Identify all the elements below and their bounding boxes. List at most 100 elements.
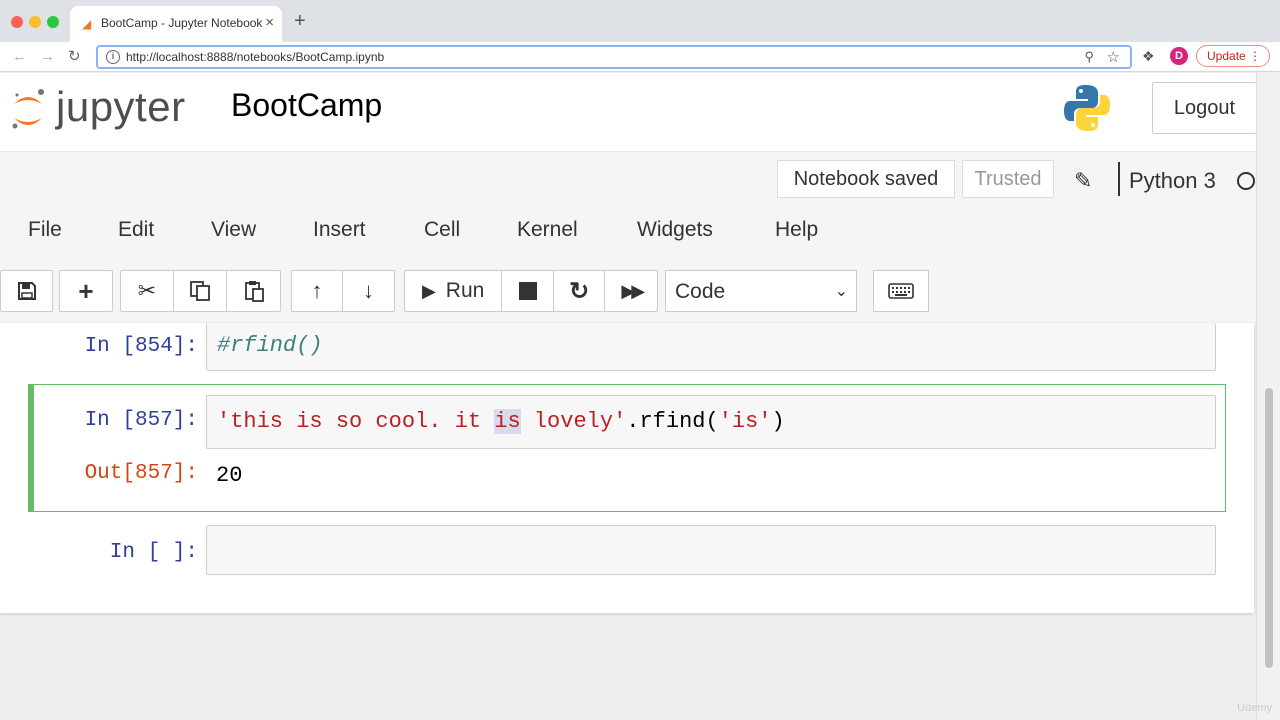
keyboard-icon xyxy=(888,283,914,299)
menu-view[interactable]: View xyxy=(211,218,256,242)
cut-button[interactable]: ✂ xyxy=(121,271,174,311)
menubar: File Edit View Insert Cell Kernel Widget… xyxy=(0,214,1270,254)
tab-title: BootCamp - Jupyter Notebook xyxy=(101,16,263,30)
closing-paren: ) xyxy=(771,409,785,434)
toolbar-group-insert: + xyxy=(59,270,113,312)
save-button[interactable] xyxy=(1,271,52,311)
run-button[interactable]: ▶ Run xyxy=(405,271,503,311)
scissors-icon: ✂ xyxy=(137,278,157,303)
url-text: http://localhost:8888/notebooks/BootCamp… xyxy=(126,50,385,64)
input-prompt: In [857]: xyxy=(84,409,198,432)
page-scrollbar[interactable] xyxy=(1256,73,1280,720)
insert-cell-button[interactable]: + xyxy=(60,271,112,311)
minimize-window-button[interactable] xyxy=(29,16,41,28)
kernel-separator xyxy=(1118,162,1120,196)
code-text: #rfind() xyxy=(217,333,323,358)
plus-icon: + xyxy=(78,275,94,306)
cell-input-area[interactable]: 'this is so cool. it is lovely'.rfind('i… xyxy=(206,395,1216,449)
menu-edit[interactable]: Edit xyxy=(118,218,154,242)
menu-cell[interactable]: Cell xyxy=(424,218,460,242)
update-button[interactable]: Update ⋮ xyxy=(1196,45,1270,67)
string-literal-part2: lovely' xyxy=(520,409,627,434)
command-palette-button[interactable] xyxy=(873,270,929,312)
stop-square-icon xyxy=(518,282,537,300)
move-down-button[interactable]: ↓ xyxy=(343,271,394,311)
pencil-edit-icon[interactable]: ✎ xyxy=(1074,168,1092,194)
jupyter-logo-text[interactable]: jupyter xyxy=(56,83,186,131)
toolbar-group-move: ↑ ↓ xyxy=(291,270,395,312)
input-prompt: In [854]: xyxy=(84,335,198,358)
browser-tab[interactable]: ◢ BootCamp - Jupyter Notebook × xyxy=(70,6,282,42)
back-arrow-icon[interactable]: ← xyxy=(12,48,27,66)
arrow-up-icon: ↑ xyxy=(311,278,323,303)
toolbar-group-run: ▶ Run ↻ ▶▶ xyxy=(404,270,658,312)
restart-run-all-button[interactable]: ▶▶ xyxy=(605,271,657,311)
trusted-indicator[interactable]: Trusted xyxy=(962,160,1054,198)
restart-button[interactable]: ↻ xyxy=(554,271,606,311)
paste-button[interactable] xyxy=(227,271,280,311)
scrollbar-thumb[interactable] xyxy=(1265,388,1273,668)
forward-arrow-icon[interactable]: → xyxy=(40,48,55,66)
toolbar-group-clipboard: ✂ xyxy=(120,270,281,312)
save-status-indicator: Notebook saved xyxy=(777,160,955,198)
kernel-idle-indicator-icon xyxy=(1237,172,1255,190)
url-input[interactable]: i http://localhost:8888/notebooks/BootCa… xyxy=(96,45,1132,69)
extensions-puzzle-icon[interactable]: ❖ xyxy=(1142,48,1155,65)
menu-file[interactable]: File xyxy=(28,218,62,242)
logout-button[interactable]: Logout xyxy=(1152,82,1257,134)
maximize-window-button[interactable] xyxy=(47,16,59,28)
play-icon: ▶ xyxy=(421,280,436,301)
notebook-title[interactable]: BootCamp xyxy=(231,87,382,124)
notebook-panel: In [854]: #rfind() In [857]: 'this is so… xyxy=(0,323,1254,720)
notebook-container: In [854]: #rfind() In [857]: 'this is so… xyxy=(0,323,1254,613)
selected-code-cell[interactable]: In [857]: 'this is so cool. it is lovely… xyxy=(28,384,1226,512)
input-prompt: In [ ]: xyxy=(109,541,198,564)
string-literal-part1: 'this is so cool. it xyxy=(217,409,495,434)
cell-input-area[interactable] xyxy=(206,525,1216,575)
toolbar-group-save xyxy=(0,270,53,312)
selected-text: is xyxy=(494,409,521,434)
jupyter-favicon-icon: ◢ xyxy=(82,17,92,31)
copy-button[interactable] xyxy=(174,271,227,311)
more-menu-icon[interactable]: ⋮ xyxy=(1249,46,1261,66)
kernel-name[interactable]: Python 3 xyxy=(1129,168,1216,194)
code-text: 'this is so cool. it is lovely'.rfind('i… xyxy=(217,409,785,434)
save-floppy-icon xyxy=(17,282,36,300)
method-call: .rfind( xyxy=(626,409,719,434)
string-argument: 'is' xyxy=(718,409,772,434)
close-tab-icon[interactable]: × xyxy=(265,14,274,31)
move-up-button[interactable]: ↑ xyxy=(292,271,344,311)
menu-widgets[interactable]: Widgets xyxy=(637,218,713,242)
interrupt-button[interactable] xyxy=(502,271,554,311)
empty-code-cell[interactable]: In [ ]: xyxy=(28,525,1226,579)
paste-clipboard-icon xyxy=(244,281,264,302)
jupyter-logo-icon[interactable] xyxy=(10,86,46,134)
output-text: 20 xyxy=(216,463,243,488)
update-label: Update xyxy=(1207,49,1246,63)
cell-type-select[interactable]: Code ⌄ xyxy=(665,270,857,312)
output-prompt: Out[857]: xyxy=(84,462,198,485)
copy-icon xyxy=(190,281,210,301)
arrow-down-icon: ↓ xyxy=(363,278,374,303)
profile-avatar[interactable]: D xyxy=(1170,47,1188,65)
notebook-toolbar: + ✂ ↑ ↓ ▶ Run ↻ ▶▶ Code ⌄ xyxy=(0,270,1270,314)
menu-kernel[interactable]: Kernel xyxy=(517,218,578,242)
python-logo-icon xyxy=(1064,85,1110,131)
new-tab-icon[interactable]: + xyxy=(294,11,306,31)
chevron-down-icon: ⌄ xyxy=(834,283,848,300)
close-window-button[interactable] xyxy=(11,16,23,28)
fast-forward-icon: ▶▶ xyxy=(621,280,645,301)
address-bar: ← → ↻ i http://localhost:8888/notebooks/… xyxy=(0,42,1280,72)
code-cell[interactable]: In [854]: #rfind() xyxy=(28,323,1226,375)
cell-input-area[interactable]: #rfind() xyxy=(206,323,1216,371)
menu-insert[interactable]: Insert xyxy=(313,218,366,242)
bookmark-star-icon[interactable]: ☆ xyxy=(1107,48,1120,66)
zoom-icon[interactable]: ⚲ xyxy=(1084,49,1094,65)
notebook-menu-area: Notebook saved Trusted ✎ Python 3 File E… xyxy=(0,151,1270,323)
menu-help[interactable]: Help xyxy=(775,218,818,242)
info-icon[interactable]: i xyxy=(106,50,120,64)
browser-tab-bar: ◢ BootCamp - Jupyter Notebook × + xyxy=(0,0,1280,42)
run-label: Run xyxy=(445,279,485,302)
reload-icon[interactable]: ↻ xyxy=(68,48,81,66)
restart-icon: ↻ xyxy=(569,277,590,305)
